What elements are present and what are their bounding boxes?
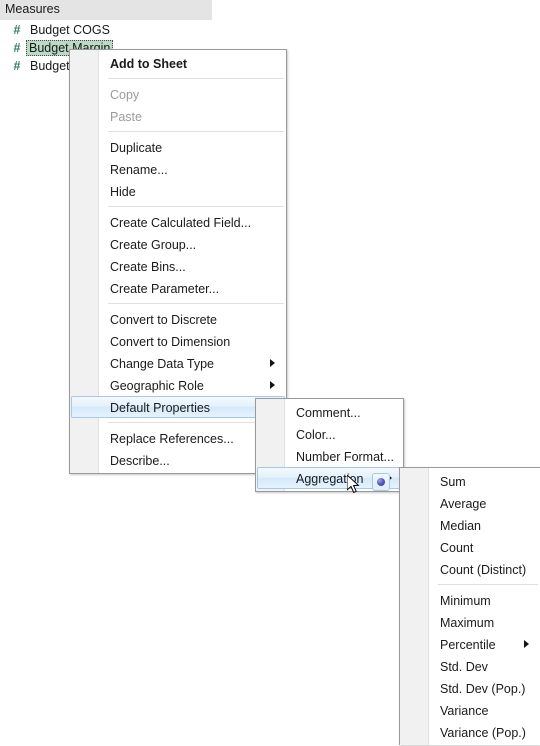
menu-item-list: Sum Average Median Count Count (Distinct) Min…: [372, 468, 540, 745]
menu-item-label: Variance: [440, 704, 489, 718]
menu-item-label: Add to Sheet: [110, 57, 188, 71]
submenu-arrow-icon: [270, 381, 275, 389]
menu-item-label: Number Format...: [296, 450, 394, 464]
menu-item-create-group[interactable]: Create Group...: [71, 233, 285, 255]
menu-item-geographic-role[interactable]: Geographic Role: [71, 374, 285, 396]
menu-item-label: Variance (Pop.): [440, 726, 526, 740]
menu-item-label: Color...: [296, 428, 336, 442]
menu-item-create-calculated-field[interactable]: Create Calculated Field...: [71, 211, 285, 233]
menu-item-describe[interactable]: Describe...: [71, 449, 285, 471]
menu-item-create-parameter[interactable]: Create Parameter...: [71, 277, 285, 299]
menu-item-label: Sum: [440, 475, 466, 489]
menu-separator: [438, 584, 538, 585]
menu-item-label: Copy: [110, 88, 140, 102]
menu-item-label: Maximum: [440, 616, 495, 630]
menu-item-convert-to-discrete[interactable]: Convert to Discrete: [71, 308, 285, 330]
menu-item-label: Geographic Role: [110, 379, 204, 393]
menu-item-label: Median: [440, 519, 481, 533]
menu-item-std-dev-pop[interactable]: Std. Dev (Pop.): [401, 677, 539, 699]
menu-item-average[interactable]: Average: [401, 492, 539, 514]
menu-item-label: Duplicate: [110, 141, 163, 155]
menu-item-label: Paste: [110, 110, 142, 124]
menu-item-label: Convert to Discrete: [110, 313, 217, 327]
radio-dot-icon: [377, 478, 385, 486]
menu-item-median[interactable]: Median: [401, 514, 539, 536]
menu-item-list: Add to Sheet Copy Paste Duplicate Rename... H…: [70, 50, 286, 473]
menu-item-label: Average: [440, 497, 487, 511]
menu-item-count-distinct[interactable]: Count (Distinct): [401, 558, 539, 580]
menu-item-variance-pop[interactable]: Variance (Pop.): [401, 721, 539, 743]
menu-item-label: Convert to Dimension: [110, 335, 231, 349]
menu-item-change-data-type[interactable]: Change Data Type: [71, 352, 285, 374]
menu-item-copy: Copy: [71, 83, 285, 105]
menu-item-duplicate[interactable]: Duplicate: [71, 136, 285, 158]
menu-item-label: Std. Dev: [440, 660, 488, 674]
menu-item-minimum[interactable]: Minimum: [401, 589, 539, 611]
menu-item-label: Aggregation: [296, 472, 364, 486]
menu-item-label: Count (Distinct): [440, 563, 527, 577]
menu-item-create-bins[interactable]: Create Bins...: [71, 255, 285, 277]
aggregation-submenu: Sum Average Median Count Count (Distinct) Min…: [372, 467, 540, 745]
menu-item-sum[interactable]: Sum: [372, 470, 539, 492]
selected-radio-icon: [372, 473, 390, 491]
measure-field-label: Budget: [30, 59, 70, 73]
measures-header-label: Measures: [5, 2, 60, 16]
menu-separator: [108, 206, 284, 207]
menu-item-percentile[interactable]: Percentile: [401, 633, 539, 655]
menu-item-label: Std. Dev (Pop.): [440, 682, 526, 696]
menu-item-rename[interactable]: Rename...: [71, 158, 285, 180]
menu-item-label: Rename...: [110, 163, 168, 177]
menu-item-label: Change Data Type: [110, 357, 215, 371]
menu-item-label: Create Bins...: [110, 260, 186, 274]
menu-item-add-to-sheet[interactable]: Add to Sheet: [71, 52, 285, 74]
menu-item-paste: Paste: [71, 105, 285, 127]
menu-item-label: Minimum: [440, 594, 491, 608]
menu-item-label: Create Calculated Field...: [110, 216, 252, 230]
menu-item-comment[interactable]: Comment...: [257, 401, 402, 423]
menu-item-label: Create Parameter...: [110, 282, 220, 296]
submenu-arrow-icon: [270, 359, 275, 367]
menu-item-replace-references[interactable]: Replace References...: [71, 427, 285, 449]
menu-item-maximum[interactable]: Maximum: [401, 611, 539, 633]
menu-item-number-format[interactable]: Number Format...: [257, 445, 402, 467]
menu-separator: [108, 78, 284, 79]
number-field-icon: #: [13, 23, 21, 37]
menu-item-std-dev[interactable]: Std. Dev: [401, 655, 539, 677]
number-field-icon: #: [13, 59, 21, 73]
number-field-icon: #: [13, 41, 21, 55]
menu-item-label: Percentile: [440, 638, 496, 652]
menu-item-variance[interactable]: Variance: [401, 699, 539, 721]
menu-separator: [108, 303, 284, 304]
menu-item-label: Replace References...: [110, 432, 234, 446]
menu-item-label: Default Properties: [110, 401, 211, 415]
measure-field-label: Budget COGS: [30, 23, 110, 37]
menu-item-label: Comment...: [296, 406, 361, 420]
menu-item-default-properties[interactable]: Default Properties: [71, 396, 285, 418]
menu-item-convert-to-dimension[interactable]: Convert to Dimension: [71, 330, 285, 352]
menu-item-color[interactable]: Color...: [257, 423, 402, 445]
menu-item-hide[interactable]: Hide: [71, 180, 285, 202]
menu-item-label: Count: [440, 541, 474, 555]
measure-field-budget-cogs[interactable]: # Budget COGS: [0, 22, 212, 39]
menu-item-label: Create Group...: [110, 238, 197, 252]
menu-separator: [108, 131, 284, 132]
menu-item-label: Hide: [110, 185, 136, 199]
menu-item-count[interactable]: Count: [401, 536, 539, 558]
submenu-arrow-icon: [524, 640, 529, 648]
menu-item-label: Describe...: [110, 454, 170, 468]
measures-shelf-header: Measures: [0, 0, 212, 20]
